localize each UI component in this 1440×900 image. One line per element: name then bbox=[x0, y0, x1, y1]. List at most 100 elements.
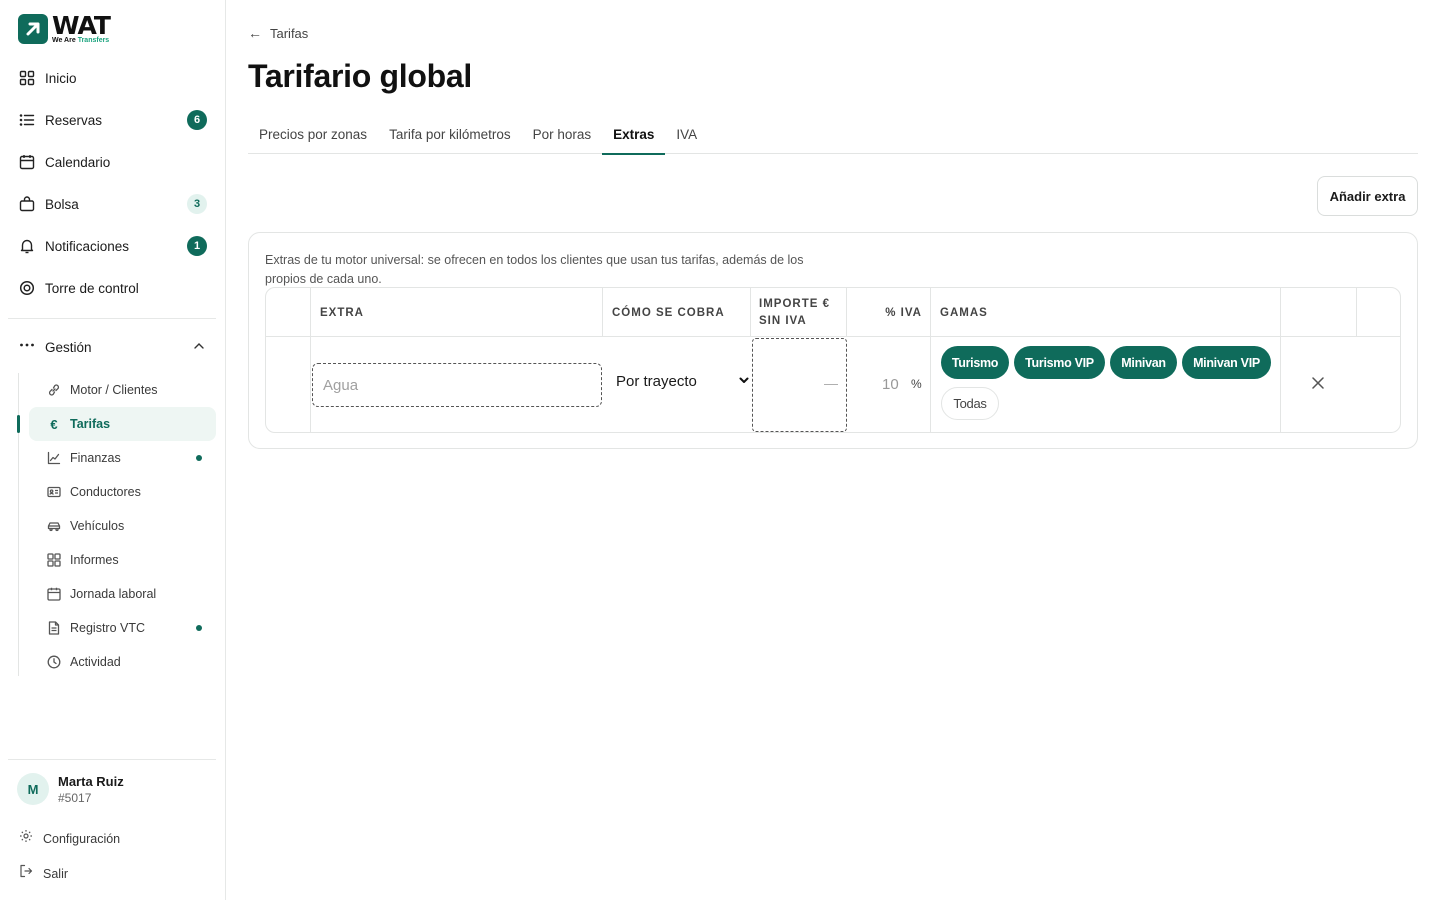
iva-unit: % bbox=[911, 377, 922, 391]
sidebar-item-label: Conductores bbox=[70, 485, 141, 499]
bag-icon bbox=[19, 196, 35, 212]
gear-icon bbox=[19, 829, 33, 848]
sidebar-item-label: Jornada laboral bbox=[70, 587, 157, 601]
sidebar-item-jornada-laboral[interactable]: Jornada laboral bbox=[29, 577, 216, 611]
user-name: Marta Ruiz bbox=[58, 773, 124, 789]
column-header-cobro: CÓMO SE COBRA bbox=[612, 306, 725, 319]
nav-label: Calendario bbox=[45, 154, 111, 170]
gama-chip-todas[interactable]: Todas bbox=[941, 387, 999, 420]
more-icon bbox=[19, 337, 35, 358]
car-icon bbox=[47, 519, 61, 533]
close-icon[interactable] bbox=[1311, 376, 1325, 395]
sidebar-item-label: Finanzas bbox=[70, 451, 121, 465]
sidebar-divider bbox=[8, 759, 216, 760]
grid-icon bbox=[47, 553, 61, 567]
grid-icon bbox=[19, 70, 35, 86]
back-label: Tarifas bbox=[270, 25, 309, 41]
sidebar-item-label: Motor / Clientes bbox=[70, 383, 158, 397]
sidebar-item-motor-clientes[interactable]: Motor / Clientes bbox=[29, 373, 216, 407]
nav-group-gestion[interactable]: Gestión bbox=[8, 330, 216, 364]
extras-description: Extras de tu motor universal: se ofrecen… bbox=[265, 253, 804, 286]
euro-icon: € bbox=[50, 416, 58, 432]
nav-item-calendario[interactable]: Calendario bbox=[8, 141, 216, 183]
sidebar-item-label: Informes bbox=[70, 553, 119, 567]
nav-item-reservas[interactable]: Reservas 6 bbox=[8, 99, 216, 141]
sidebar-item-registro-vtc[interactable]: Registro VTC bbox=[29, 611, 216, 645]
cobro-select[interactable]: Por trayecto bbox=[616, 373, 750, 390]
nav-item-torre-de-control[interactable]: Torre de control bbox=[8, 267, 216, 309]
logout-link[interactable]: Salir bbox=[19, 864, 68, 883]
tab-tarifa-por-kilometros[interactable]: Tarifa por kilómetros bbox=[378, 117, 522, 154]
tab-iva[interactable]: IVA bbox=[665, 117, 708, 154]
user-id: #5017 bbox=[58, 790, 92, 805]
column-header-extra: EXTRA bbox=[320, 306, 364, 319]
tab-precios-por-zonas[interactable]: Precios por zonas bbox=[248, 117, 378, 154]
column-header-iva: % IVA bbox=[885, 306, 922, 319]
tab-bar: Precios por zonas Tarifa por kilómetros … bbox=[248, 117, 1418, 155]
list-icon bbox=[19, 112, 35, 128]
finanzas-status-dot bbox=[196, 455, 202, 461]
sidebar-item-informes[interactable]: Informes bbox=[29, 543, 216, 577]
nav-item-bolsa[interactable]: Bolsa 3 bbox=[8, 183, 216, 225]
sidebar-item-actividad[interactable]: Actividad bbox=[29, 645, 216, 679]
nav-label: Notificaciones bbox=[45, 238, 130, 254]
settings-link[interactable]: Configuración bbox=[19, 829, 120, 848]
nav-item-notificaciones[interactable]: Notificaciones 1 bbox=[8, 225, 216, 267]
calendar-icon bbox=[19, 154, 35, 170]
sidebar-item-finanzas[interactable]: Finanzas bbox=[29, 441, 216, 475]
gama-chip[interactable]: Turismo VIP bbox=[1014, 346, 1105, 379]
bolsa-count-badge: 3 bbox=[187, 194, 207, 214]
calendar-icon bbox=[47, 587, 61, 601]
reservas-count-badge: 6 bbox=[187, 110, 207, 130]
gestion-subnav: Motor / Clientes € Tarifas Finanzas Cond… bbox=[17, 373, 216, 679]
chevron-down-icon bbox=[738, 373, 750, 390]
chart-icon bbox=[47, 451, 61, 465]
document-icon bbox=[47, 621, 61, 635]
sidebar-item-label: Actividad bbox=[70, 655, 121, 669]
brand-logo[interactable]: WAT We Are Transfers bbox=[18, 13, 111, 44]
logout-label: Salir bbox=[43, 866, 69, 881]
registro-vtc-status-dot bbox=[196, 625, 202, 631]
sidebar-item-conductores[interactable]: Conductores bbox=[29, 475, 216, 509]
extras-table: EXTRA CÓMO SE COBRA IMPORTE € SIN IVA % … bbox=[265, 287, 1401, 433]
sidebar-item-label: Registro VTC bbox=[70, 621, 146, 635]
column-header-gamas: GAMAS bbox=[940, 306, 988, 319]
user-profile[interactable]: M Marta Ruiz #5017 bbox=[17, 773, 124, 805]
gama-chip[interactable]: Turismo bbox=[941, 346, 1009, 379]
main-nav: Inicio Reservas 6 Calendario Bolsa 3 Not… bbox=[8, 57, 216, 309]
sidebar-item-tarifas[interactable]: € Tarifas bbox=[17, 407, 216, 441]
tab-extras[interactable]: Extras bbox=[602, 117, 666, 155]
nav-label: Torre de control bbox=[45, 280, 139, 296]
importe-empty-value: — bbox=[824, 375, 838, 391]
target-icon bbox=[19, 280, 35, 296]
chevron-up-icon[interactable] bbox=[192, 339, 206, 358]
sidebar-divider bbox=[8, 318, 216, 319]
sidebar-item-label: Tarifas bbox=[70, 417, 111, 431]
importe-input[interactable]: — bbox=[752, 338, 847, 432]
nav-item-inicio[interactable]: Inicio bbox=[8, 57, 216, 99]
back-link[interactable]: ← Tarifas bbox=[248, 25, 308, 41]
sidebar: WAT We Are Transfers Inicio Reservas 6 C… bbox=[0, 0, 226, 900]
arrow-left-icon: ← bbox=[248, 25, 262, 41]
add-extra-button[interactable]: Añadir extra bbox=[1317, 176, 1418, 216]
notificaciones-count-badge: 1 bbox=[187, 236, 207, 256]
sidebar-item-vehiculos[interactable]: Vehículos bbox=[29, 509, 216, 543]
logo-arrow-icon bbox=[18, 13, 48, 44]
nav-label: Reservas bbox=[45, 112, 103, 128]
brand-tagline: We Are Transfers bbox=[52, 37, 110, 44]
extras-card: Extras de tu motor universal: se ofrecen… bbox=[248, 232, 1418, 449]
nav-label: Bolsa bbox=[45, 196, 79, 212]
sidebar-item-label: Vehículos bbox=[70, 519, 125, 533]
gama-chip[interactable]: Minivan VIP bbox=[1182, 346, 1271, 379]
bell-icon bbox=[19, 238, 35, 254]
clock-icon bbox=[47, 655, 61, 669]
nav-group-label: Gestión bbox=[45, 339, 92, 355]
avatar: M bbox=[17, 773, 49, 805]
link-icon bbox=[47, 383, 61, 397]
logout-icon bbox=[19, 864, 33, 883]
tab-por-horas[interactable]: Por horas bbox=[522, 117, 603, 154]
gama-chip[interactable]: Minivan bbox=[1110, 346, 1177, 379]
id-card-icon bbox=[47, 485, 61, 499]
iva-input[interactable]: 10 bbox=[882, 376, 899, 393]
extra-name-input[interactable]: Agua bbox=[312, 363, 602, 407]
